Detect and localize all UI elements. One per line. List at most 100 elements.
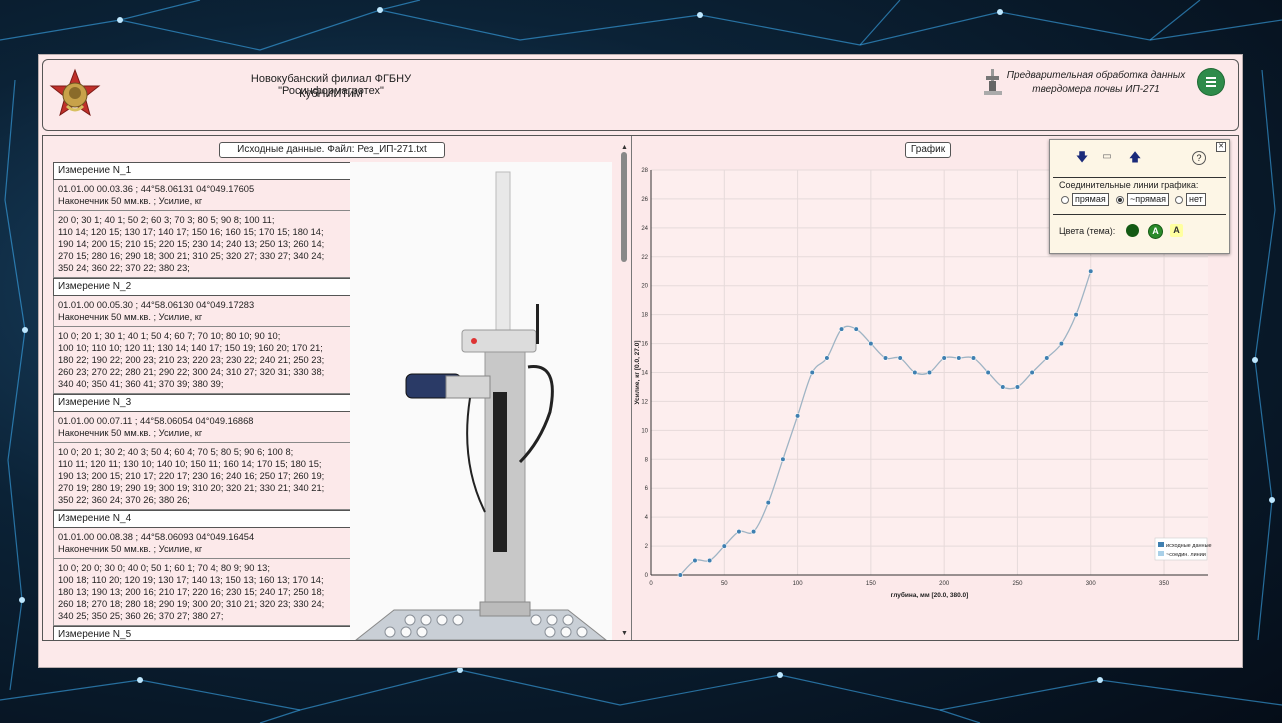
measurement-meta: 01.01.00 00.03.36 ; 44°58.06131 04°049.1…: [53, 180, 375, 211]
measurement-datetime-gps: 01.01.00 00.05.30 ; 44°58.06130 04°049.1…: [58, 300, 255, 310]
menu-icon-bar: [1206, 77, 1216, 79]
measurement-header[interactable]: Измерение N_4▶: [53, 510, 375, 528]
values-line: 340 40; 350 41; 360 41; 370 39; 380 39;: [58, 379, 224, 389]
x-tick-label: 350: [1159, 581, 1170, 587]
data-point: [1000, 384, 1006, 390]
data-point: [956, 355, 962, 361]
penetrometer-photo: [350, 162, 612, 640]
close-icon[interactable]: ✕: [1216, 142, 1226, 152]
data-point: [882, 355, 889, 361]
arrow-up-icon[interactable]: 🡅: [1128, 150, 1142, 164]
x-tick-label: 200: [939, 581, 950, 587]
y-axis-label: Усилие, кг [0.0, 27.0]: [634, 341, 641, 405]
graph-label: График: [905, 142, 951, 158]
measurement-datetime-gps: 01.01.00 00.07.11 ; 44°58.06054 04°049.1…: [58, 416, 254, 426]
measurement-meta: 01.01.00 00.05.30 ; 44°58.06130 04°049.1…: [53, 296, 375, 327]
data-point: [721, 543, 727, 549]
data-point: [941, 355, 947, 361]
data-point: [838, 326, 845, 332]
data-point: [1088, 268, 1094, 274]
radio-straight[interactable]: прямая: [1061, 193, 1109, 206]
data-point: [824, 355, 830, 361]
scroll-up-arrow-icon[interactable]: ▲: [620, 144, 629, 152]
y-tick-label: 28: [641, 168, 648, 174]
measurement-meta: 01.01.00 00.07.11 ; 44°58.06054 04°049.1…: [53, 412, 375, 443]
x-tick-label: 100: [793, 581, 804, 587]
measurement-header[interactable]: Измерение N_2▶: [53, 278, 375, 296]
measurement-header[interactable]: Измерение N_3▶: [53, 394, 375, 412]
x-tick-label: 250: [1012, 581, 1023, 587]
menu-icon-bar: [1206, 85, 1216, 87]
data-point: [1014, 384, 1021, 390]
data-point: [868, 340, 874, 347]
radio-dot: [1175, 195, 1183, 204]
radio-dot-selected: [1116, 195, 1124, 204]
measurement-title: Измерение N_3: [58, 397, 132, 408]
values-line: 270 15; 280 16; 290 18; 300 21; 310 25; …: [58, 251, 325, 261]
data-point: [1073, 312, 1079, 318]
data-point: [970, 355, 977, 361]
app-title-line2: твердомера почвы ИП-271: [1032, 84, 1160, 95]
x-tick-label: 50: [721, 581, 728, 587]
printer-icon[interactable]: ▭: [1100, 150, 1114, 164]
y-tick-label: 20: [641, 284, 648, 290]
y-tick-label: 10: [641, 428, 648, 434]
measurement-tip-info: Наконечник 50 мм.кв. ; Усилие, кг: [58, 196, 203, 206]
menu-icon-bar: [1206, 81, 1216, 83]
measurement-header[interactable]: Измерение N_1▶: [53, 162, 375, 180]
radio-smooth[interactable]: ~прямая: [1116, 193, 1169, 206]
hamburger-menu-button[interactable]: [1198, 69, 1224, 95]
file-label: Исходные данные. Файл: Рез_ИП-271.txt: [219, 142, 445, 158]
values-line: 10 0; 20 1; 30 2; 40 3; 50 4; 60 4; 70 5…: [58, 447, 294, 457]
y-tick-label: 16: [641, 342, 648, 348]
radio-none[interactable]: нет: [1175, 193, 1206, 206]
radio-none-label: нет: [1186, 193, 1206, 206]
data-point: [1044, 355, 1050, 361]
y-tick-label: 22: [641, 255, 648, 261]
theme-dark-green-swatch[interactable]: [1126, 224, 1139, 237]
values-line: 100 18; 110 20; 120 19; 130 17; 140 13; …: [58, 575, 324, 585]
y-tick-label: 6: [645, 486, 649, 492]
help-icon[interactable]: ?: [1192, 151, 1206, 165]
scroll-down-arrow-icon[interactable]: ▼: [620, 630, 629, 638]
data-point: [809, 369, 815, 376]
vertical-scrollbar[interactable]: ▲ ▼: [620, 144, 629, 638]
radio-smooth-label: ~прямая: [1127, 193, 1169, 206]
y-tick-label: 0: [645, 573, 649, 579]
data-point: [707, 557, 713, 564]
data-point: [853, 326, 859, 332]
x-axis-label: глубина, мм [20.0, 380.0]: [891, 591, 969, 599]
measurement-datetime-gps: 01.01.00 00.03.36 ; 44°58.06131 04°049.1…: [58, 184, 255, 194]
measurement-values: 20 0; 30 1; 40 1; 50 2; 60 3; 70 3; 80 5…: [53, 211, 375, 278]
values-line: 350 22; 360 24; 370 26; 380 26;: [58, 495, 190, 505]
data-point: [765, 500, 771, 506]
theme-green-a-swatch[interactable]: A: [1148, 224, 1163, 239]
measurement-values: 10 0; 20 1; 30 1; 40 1; 50 4; 60 7; 70 1…: [53, 327, 375, 394]
values-line: 180 13; 190 13; 200 16; 210 17; 220 16; …: [58, 587, 325, 597]
data-point: [1029, 369, 1035, 376]
values-line: 190 14; 200 15; 210 15; 220 15; 230 14; …: [58, 239, 325, 249]
measurement-title: Измерение N_5: [58, 629, 132, 640]
values-line: 260 18; 270 18; 280 18; 290 19; 300 20; …: [58, 599, 325, 609]
measurement-title: Измерение N_1: [58, 165, 132, 176]
values-line: 100 10; 110 10; 120 11; 130 14; 140 17; …: [58, 343, 323, 353]
measurement-tip-info: Наконечник 50 мм.кв. ; Усилие, кг: [58, 428, 203, 438]
measurement-tip-info: Наконечник 50 мм.кв. ; Усилие, кг: [58, 544, 203, 554]
source-data-pane: Исходные данные. Файл: Рез_ИП-271.txt Из…: [43, 136, 632, 640]
divider: [1053, 177, 1226, 178]
y-tick-label: 8: [645, 457, 649, 463]
measurement-list[interactable]: Измерение N_1▶ 01.01.00 00.03.36 ; 44°58.…: [53, 162, 375, 640]
values-line: 340 25; 350 25; 360 26; 370 27; 380 27;: [58, 611, 224, 621]
values-line: 10 0; 20 1; 30 1; 40 1; 50 4; 60 7; 70 1…: [58, 331, 281, 341]
radio-dot: [1061, 195, 1069, 204]
y-tick-label: 24: [641, 226, 648, 232]
scrollbar-thumb[interactable]: [621, 152, 627, 262]
data-point: [692, 557, 698, 564]
theme-yellow-a-swatch[interactable]: A: [1170, 224, 1183, 237]
data-point: [926, 369, 933, 376]
y-tick-label: 4: [645, 515, 649, 521]
data-point: [751, 529, 757, 535]
arrow-down-icon[interactable]: 🡇: [1075, 150, 1089, 164]
measurement-header[interactable]: Измерение N_5▶: [53, 626, 375, 640]
measurement-tip-info: Наконечник 50 мм.кв. ; Усилие, кг: [58, 312, 203, 322]
